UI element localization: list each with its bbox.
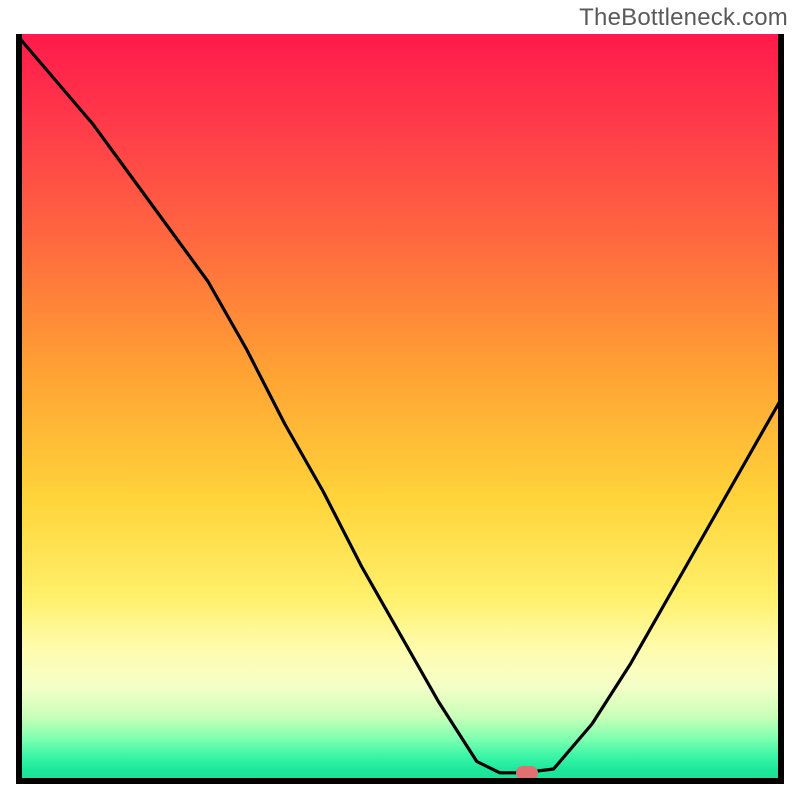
curve-layer bbox=[16, 34, 784, 784]
watermark-text: TheBottleneck.com bbox=[579, 4, 788, 32]
axis-right bbox=[778, 34, 784, 784]
axis-left bbox=[16, 34, 22, 784]
chart-frame bbox=[16, 34, 784, 784]
bottleneck-curve bbox=[16, 34, 784, 773]
axis-bottom bbox=[16, 778, 784, 784]
